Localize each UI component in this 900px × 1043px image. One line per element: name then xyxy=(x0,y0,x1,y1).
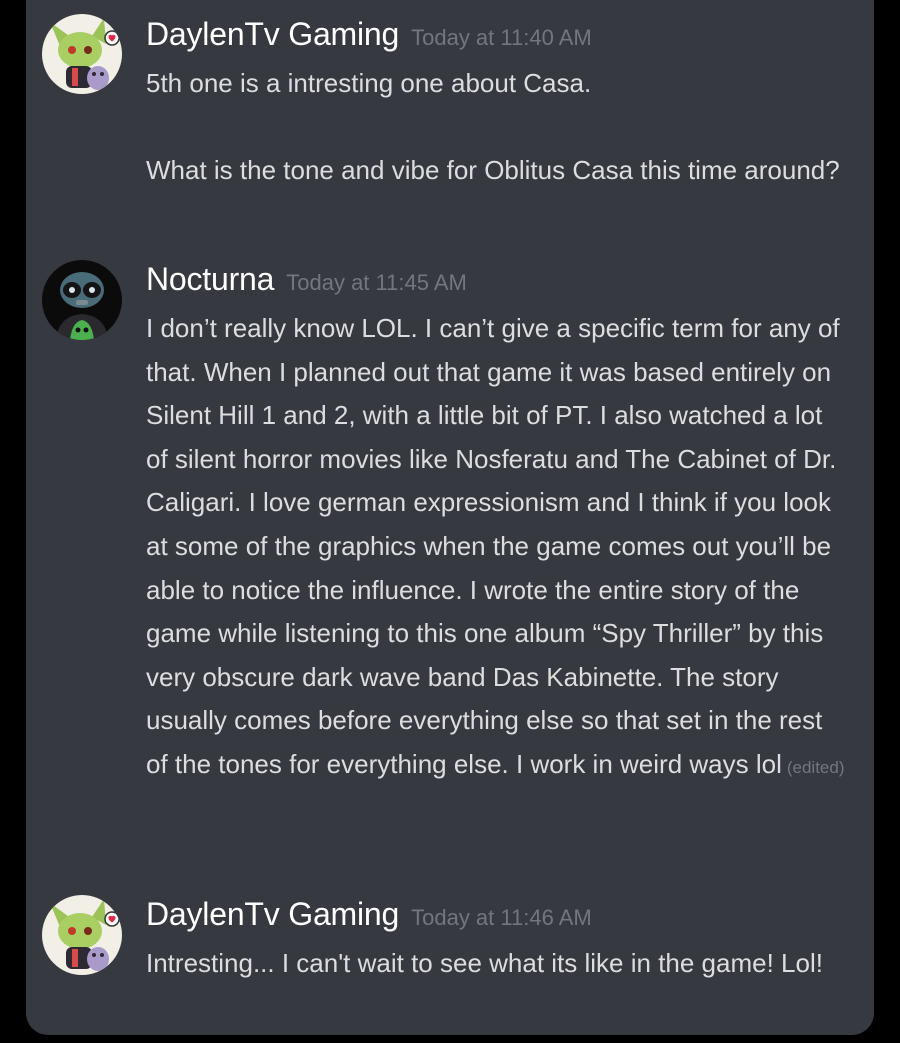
message-text: I don’t really know LOL. I can’t give a … xyxy=(146,307,851,790)
user-avatar[interactable] xyxy=(42,895,122,975)
user-avatar[interactable] xyxy=(42,260,122,340)
message-body: I don’t really know LOL. I can’t give a … xyxy=(146,313,840,779)
message-paragraph: 5th one is a intresting one about Casa. xyxy=(146,68,592,98)
username[interactable]: DaylenTv Gaming xyxy=(146,16,399,53)
message-text: Intresting... I can't wait to see what i… xyxy=(146,942,851,986)
message-content: DaylenTv Gaming Today at 11:40 AM 5th on… xyxy=(146,16,851,193)
message-paragraph: Intresting... I can't wait to see what i… xyxy=(146,948,823,978)
edited-marker: (edited) xyxy=(786,757,845,777)
message-content: Nocturna Today at 11:45 AM I don’t reall… xyxy=(146,261,851,790)
username[interactable]: DaylenTv Gaming xyxy=(146,896,399,933)
user-avatar[interactable] xyxy=(42,14,122,94)
timestamp[interactable]: Today at 11:40 AM xyxy=(411,25,592,51)
timestamp[interactable]: Today at 11:45 AM xyxy=(286,270,467,296)
message-header: DaylenTv Gaming Today at 11:46 AM xyxy=(146,896,851,942)
chat-message: DaylenTv Gaming Today at 11:46 AM Intres… xyxy=(26,888,874,1035)
chat-message: Nocturna Today at 11:45 AM I don’t reall… xyxy=(26,255,874,885)
timestamp[interactable]: Today at 11:46 AM xyxy=(411,905,592,931)
message-header: Nocturna Today at 11:45 AM xyxy=(146,261,851,307)
message-paragraph: I don’t really know LOL. I can’t give a … xyxy=(146,307,851,790)
masked-character-avatar-icon xyxy=(42,260,122,340)
message-header: DaylenTv Gaming Today at 11:40 AM xyxy=(146,16,851,62)
message-paragraph: What is the tone and vibe for Oblitus Ca… xyxy=(146,155,840,186)
chat-panel: DaylenTv Gaming Today at 11:40 AM 5th on… xyxy=(26,0,874,1035)
green-character-avatar-icon xyxy=(42,895,122,975)
message-text: 5th one is a intresting one about Casa. … xyxy=(146,62,851,193)
chat-message: DaylenTv Gaming Today at 11:40 AM 5th on… xyxy=(26,8,874,248)
green-character-avatar-icon xyxy=(42,14,122,94)
username[interactable]: Nocturna xyxy=(146,261,274,298)
message-content: DaylenTv Gaming Today at 11:46 AM Intres… xyxy=(146,896,851,986)
